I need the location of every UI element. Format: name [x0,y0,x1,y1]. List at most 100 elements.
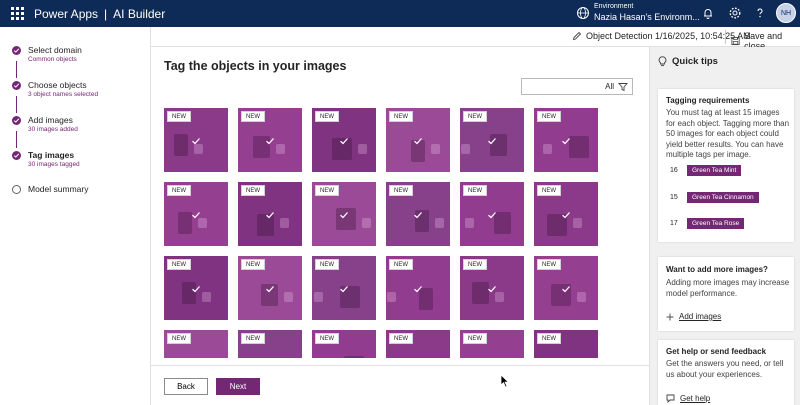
image-tile[interactable]: NEW [460,330,524,358]
step-connector [16,96,17,113]
checkmark-icon [488,212,496,219]
step-title: Tag images [28,150,75,160]
back-button[interactable]: Back [164,378,208,395]
image-tile[interactable]: NEW [238,256,302,320]
image-tile[interactable]: NEW [312,108,376,172]
new-badge: NEW [167,259,191,270]
tag-filter-dropdown[interactable]: All [521,78,633,95]
gear-icon[interactable] [728,6,742,20]
image-tile[interactable]: NEW [534,256,598,320]
new-badge: NEW [537,185,561,196]
step-subtitle: 30 images tagged [28,161,80,168]
lightbulb-icon [658,56,667,67]
next-button[interactable]: Next [216,378,260,395]
step-connector [16,61,17,78]
quick-tips-title: Quick tips [672,56,718,67]
image-tile[interactable]: NEW [164,108,228,172]
image-tile[interactable]: NEW [460,182,524,246]
waffle-icon[interactable] [0,0,34,27]
step-title: Choose objects [28,80,87,90]
new-badge: NEW [389,333,413,344]
image-tile[interactable]: NEW [386,256,450,320]
checkmark-icon [340,138,348,145]
environment-name: Nazia Hasan's Environm... [594,12,700,22]
step-subtitle: Common objects [28,56,77,63]
main-content: Tag the objects in your images All NEW NE… [151,47,649,405]
page-title: Tag the objects in your images [164,59,347,73]
new-badge: NEW [389,185,413,196]
checkmark-icon [562,212,570,219]
checkmark-icon [488,286,496,293]
bell-icon[interactable] [701,6,715,20]
checkmark-icon [414,286,422,293]
checkmark-icon [192,138,200,145]
globe-icon [577,6,589,19]
new-badge: NEW [537,111,561,122]
image-tile[interactable]: NEW [164,182,228,246]
quick-tips-header: Quick tips [658,56,718,67]
image-tile[interactable]: NEW [164,256,228,320]
check-circle-icon [12,116,21,125]
image-tile[interactable]: NEW [534,108,598,172]
plus-icon [666,313,674,320]
app-name[interactable]: Power Apps [34,7,98,21]
new-badge: NEW [463,111,487,122]
new-badge: NEW [389,259,413,270]
image-tile[interactable]: NEW [386,108,450,172]
step-connector [16,131,17,148]
image-tile[interactable]: NEW [386,182,450,246]
tag-count: 17 [670,220,678,227]
draft-name[interactable]: Object Detection 1/16/2025, 10:54:25 AM [572,31,751,41]
image-tile[interactable]: NEW [312,256,376,320]
image-tile[interactable]: NEW [238,330,302,358]
image-tile[interactable]: NEW [238,108,302,172]
step-title: Add images [28,115,73,125]
step-subtitle: 30 images added [28,126,78,133]
checkmark-icon [562,286,570,293]
new-badge: NEW [167,111,191,122]
image-tile[interactable]: NEW [164,330,228,358]
checkmark-icon [414,212,422,219]
image-tile[interactable]: NEW [312,182,376,246]
command-bar: Object Detection 1/16/2025, 10:54:25 AM … [151,27,800,51]
get-help-label: Get help [680,394,711,403]
image-tile[interactable]: NEW [238,182,302,246]
checkmark-icon [340,286,348,293]
new-badge: NEW [315,333,339,344]
tag-count: 15 [670,194,678,201]
tag-pill: Green Tea Mint [687,165,742,176]
app-section[interactable]: AI Builder [113,7,165,21]
environment-picker[interactable]: Environment Nazia Hasan's Environm... [576,2,700,23]
image-tile[interactable]: NEW [534,330,598,358]
card-text: Adding more images may increase model pe… [666,278,790,298]
checkmark-icon [488,138,496,145]
chat-help-icon [666,394,675,403]
image-tile[interactable]: NEW [460,256,524,320]
edit-icon [572,31,582,41]
checkmark-icon [192,286,200,293]
new-badge: NEW [315,111,339,122]
check-circle-icon [12,151,21,160]
new-badge: NEW [463,259,487,270]
filter-icon [618,83,628,92]
check-circle-icon [12,81,21,90]
new-badge: NEW [389,111,413,122]
image-tile[interactable]: NEW [312,330,376,358]
checkmark-icon [192,212,200,219]
help-feedback-card: Get help or send feedback Get the answer… [658,340,794,405]
mouse-cursor-icon [500,374,510,388]
wizard-footer: Back Next [151,365,649,405]
avatar[interactable]: NH [776,3,796,23]
image-tile[interactable]: NEW [386,330,450,358]
filter-value: All [605,82,614,91]
card-text: Get the answers you need, or tell us abo… [666,359,784,379]
help-icon[interactable] [753,6,767,20]
get-help-link[interactable]: Get help [666,394,710,403]
new-badge: NEW [241,259,265,270]
add-images-link[interactable]: Add images [666,312,721,321]
new-badge: NEW [463,333,487,344]
card-title: Tagging requirements [666,96,750,105]
image-tile[interactable]: NEW [460,108,524,172]
image-tile[interactable]: NEW [534,182,598,246]
environment-label: Environment [594,3,634,10]
